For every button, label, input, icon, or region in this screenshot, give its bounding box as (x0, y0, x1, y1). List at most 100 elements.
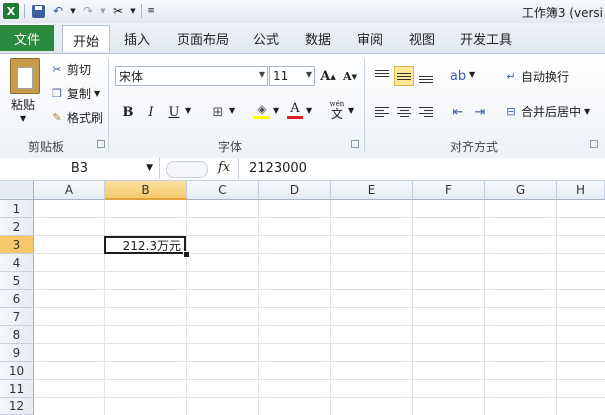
decrease-indent-icon[interactable]: ⇤ (448, 102, 468, 122)
row-header-12[interactable]: 12 (0, 398, 34, 415)
align-center-button[interactable] (394, 102, 414, 122)
wrap-text-label: 自动换行 (521, 70, 570, 84)
align-bottom-button[interactable] (416, 66, 436, 86)
gridline (34, 343, 605, 344)
formula-input[interactable]: 2123000 (238, 158, 605, 179)
column-header-c[interactable]: C (187, 181, 259, 200)
fill-color-button[interactable]: ◈ (252, 100, 272, 120)
fill-color-dropdown-icon[interactable]: ▼ (273, 106, 279, 115)
underline-dropdown-icon[interactable]: ▼ (185, 106, 191, 115)
italic-button[interactable]: I (141, 102, 161, 122)
column-header-h[interactable]: H (557, 181, 605, 200)
row-header-8[interactable]: 8 (0, 326, 34, 344)
formula-bar: B3 ▼ fx 2123000 (0, 158, 605, 181)
tools-dropdown-icon[interactable]: ▼ (129, 2, 137, 20)
font-color-bar (287, 116, 303, 119)
column-header-b[interactable]: B (105, 181, 187, 200)
paste-button[interactable]: 粘贴 (11, 96, 35, 113)
font-name-combo[interactable]: 宋体 ▼ (115, 66, 268, 86)
row-header-4[interactable]: 4 (0, 254, 34, 272)
phonetic-dropdown-icon[interactable]: ▼ (348, 106, 354, 115)
tab-insert[interactable]: 插入 (124, 29, 150, 48)
orientation-icon[interactable]: ab (448, 66, 468, 86)
tab-home[interactable]: 开始 (62, 25, 111, 52)
tab-data[interactable]: 数据 (305, 29, 331, 48)
row-header-1[interactable]: 1 (0, 200, 34, 218)
scissors-icon: ✂ (52, 63, 62, 76)
font-size-dropdown-icon[interactable]: ▼ (306, 70, 312, 79)
tab-formulas[interactable]: 公式 (253, 29, 279, 48)
formula-bar-grip[interactable] (166, 161, 208, 178)
copy-dropdown-icon[interactable]: ▼ (94, 89, 100, 98)
align-right-button[interactable] (416, 102, 436, 122)
format-painter-button[interactable]: ✎ 格式刷 (50, 109, 103, 126)
select-all-corner[interactable] (0, 181, 34, 200)
column-header-f[interactable]: F (413, 181, 485, 200)
borders-dropdown-icon[interactable]: ▼ (229, 106, 235, 115)
column-header-g[interactable]: G (485, 181, 557, 200)
merge-center-button[interactable]: ⊟ 合并后居中 ▼ (504, 103, 590, 120)
tab-view[interactable]: 视图 (409, 29, 435, 48)
copy-button[interactable]: ❐ 复制 ▼ (50, 85, 100, 102)
redo-icon[interactable]: ↷ (79, 2, 97, 20)
row-header-3[interactable]: 3 (0, 236, 34, 254)
font-size-combo[interactable]: 11 ▼ (269, 66, 315, 86)
row-header-10[interactable]: 10 (0, 362, 34, 380)
column-header-d[interactable]: D (259, 181, 331, 200)
group-separator (364, 58, 365, 152)
orientation-dropdown-icon[interactable]: ▼ (469, 70, 475, 79)
tab-file[interactable]: 文件 (0, 25, 54, 51)
alignment-launcher-icon[interactable] (590, 140, 598, 148)
paste-label: 粘贴 (11, 98, 36, 112)
font-group-label: 字体 (218, 140, 243, 154)
gridline (34, 397, 605, 398)
name-box-dropdown-icon[interactable]: ▼ (146, 163, 153, 173)
row-header-7[interactable]: 7 (0, 308, 34, 326)
excel-logo-icon[interactable]: X (2, 2, 20, 20)
font-name-dropdown-icon[interactable]: ▼ (259, 70, 265, 79)
align-top-button[interactable] (372, 66, 392, 86)
bold-button[interactable]: B (118, 102, 138, 122)
redo-dropdown-icon[interactable]: ▼ (99, 2, 107, 20)
phonetic-guide-button[interactable]: wén 文 (327, 99, 347, 120)
merge-center-dropdown-icon[interactable]: ▼ (584, 107, 590, 116)
row-header-6[interactable]: 6 (0, 290, 34, 308)
formula-value: 2123000 (249, 161, 307, 176)
tab-developer[interactable]: 开发工具 (460, 29, 512, 48)
row-header-2[interactable]: 2 (0, 218, 34, 236)
active-cell-b3[interactable]: 212.3万元 (104, 236, 186, 254)
undo-icon[interactable]: ↶ (49, 2, 67, 20)
fill-color-bar (254, 115, 270, 119)
tab-review[interactable]: 审阅 (357, 29, 383, 48)
paste-dropdown-icon[interactable]: ▼ (20, 114, 26, 123)
row-header-5[interactable]: 5 (0, 272, 34, 290)
insert-function-icon[interactable]: fx (218, 160, 230, 175)
borders-icon[interactable]: ⊞ (208, 102, 228, 122)
wrap-text-button[interactable]: ↵ 自动换行 (504, 68, 569, 85)
row-header-11[interactable]: 11 (0, 380, 34, 398)
tab-page-layout[interactable]: 页面布局 (177, 29, 229, 48)
fill-handle[interactable] (183, 251, 190, 258)
column-header-e[interactable]: E (331, 181, 413, 200)
undo-dropdown-icon[interactable]: ▼ (69, 2, 77, 20)
worksheet-grid[interactable]: A B C D E F G H 1 2 3 4 5 6 7 8 9 10 11 … (0, 181, 605, 415)
grow-font-label: A (320, 68, 331, 84)
grow-font-button[interactable]: A ▲ (318, 66, 338, 86)
tools-icon[interactable]: ✂ (109, 2, 127, 20)
increase-indent-icon[interactable]: ⇥ (470, 102, 490, 122)
save-icon[interactable] (29, 2, 47, 20)
align-left-button[interactable] (372, 102, 392, 122)
font-color-button[interactable]: A (285, 100, 305, 120)
font-color-dropdown-icon[interactable]: ▼ (306, 106, 312, 115)
underline-button[interactable]: U (164, 102, 184, 122)
font-launcher-icon[interactable] (351, 140, 359, 148)
row-header-9[interactable]: 9 (0, 344, 34, 362)
cut-button[interactable]: ✂ 剪切 (50, 61, 91, 78)
name-box[interactable]: B3 ▼ (0, 158, 160, 179)
column-header-a[interactable]: A (34, 181, 105, 200)
align-middle-button[interactable] (394, 66, 414, 86)
group-separator (108, 58, 109, 152)
clipboard-launcher-icon[interactable] (97, 140, 105, 148)
shrink-font-button[interactable]: A ▼ (340, 66, 360, 86)
customize-qat-icon[interactable]: ≡ (146, 2, 156, 20)
